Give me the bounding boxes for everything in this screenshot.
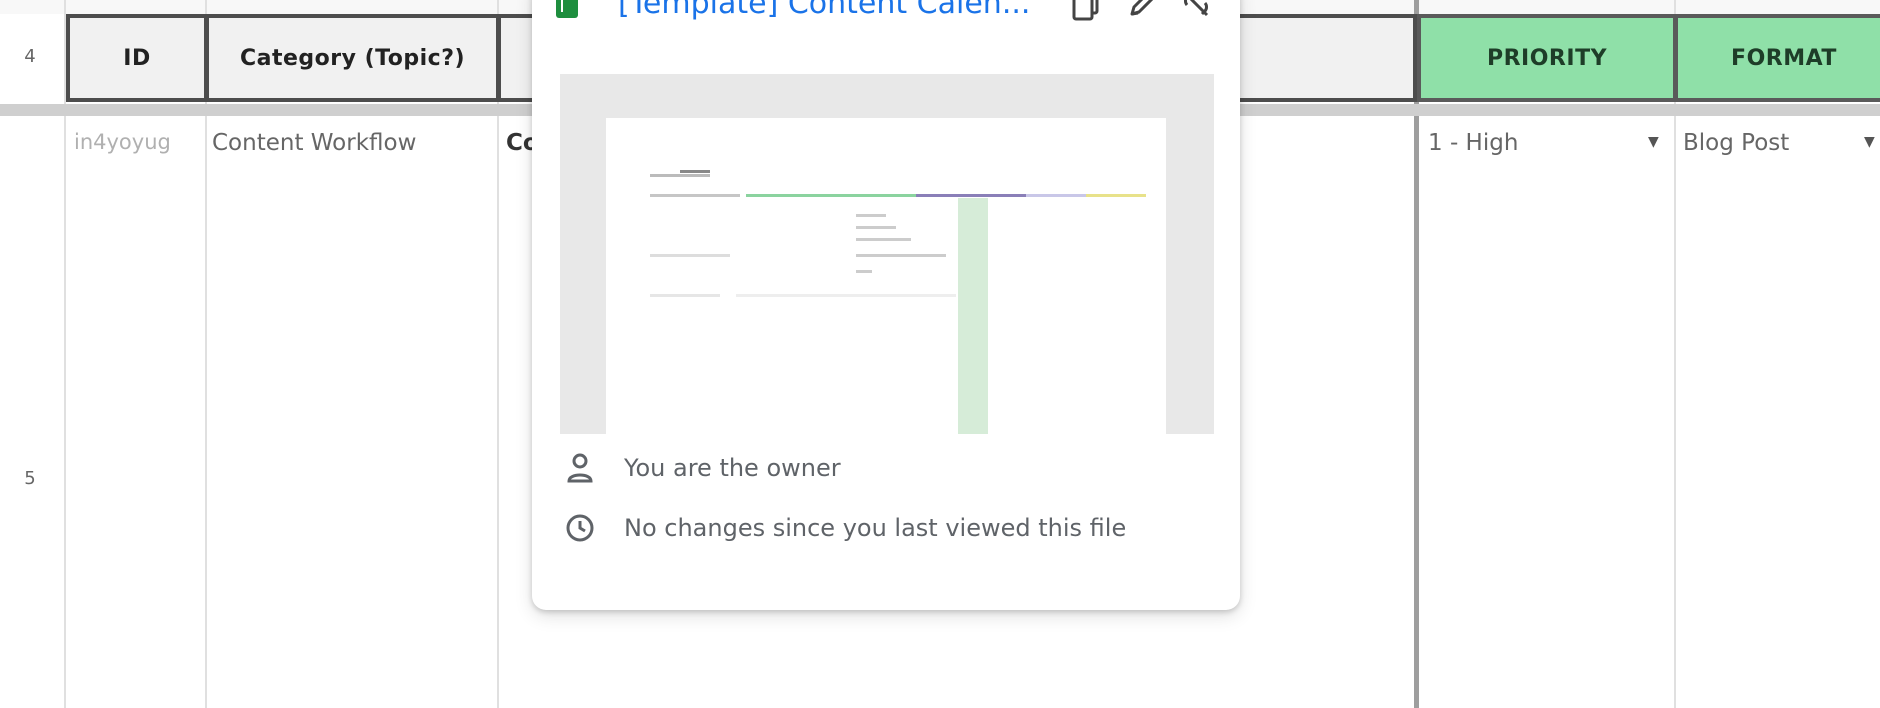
changes-text: No changes since you last viewed this fi… xyxy=(624,514,1127,542)
dropdown-arrow-icon[interactable]: ▼ xyxy=(1648,134,1659,150)
cell-priority[interactable]: 1 - High xyxy=(1428,130,1518,156)
cell-id[interactable]: in4yoyug xyxy=(74,130,171,154)
thumbnail-page xyxy=(606,118,1166,434)
sheets-icon xyxy=(556,0,578,18)
header-priority[interactable]: PRIORITY xyxy=(1417,14,1677,102)
copy-icon[interactable] xyxy=(1066,0,1106,24)
clock-icon xyxy=(560,510,600,546)
link-preview-popup[interactable]: [Template] Content Calen... You are the … xyxy=(532,0,1240,610)
file-link[interactable]: [Template] Content Calen... xyxy=(618,0,1030,21)
row-number[interactable]: 5 xyxy=(0,468,60,489)
header-id[interactable]: ID xyxy=(66,14,208,102)
header-category[interactable]: Category (Topic?) xyxy=(205,14,500,102)
unlink-icon[interactable] xyxy=(1176,0,1216,24)
person-icon xyxy=(560,450,600,486)
row-number[interactable]: 4 xyxy=(0,46,60,67)
owner-text: You are the owner xyxy=(624,454,841,482)
dropdown-arrow-icon[interactable]: ▼ xyxy=(1864,134,1875,150)
owner-info: You are the owner xyxy=(560,450,841,486)
header-format[interactable]: FORMAT xyxy=(1674,14,1880,102)
edit-icon[interactable] xyxy=(1122,0,1162,24)
cell-category[interactable]: Content Workflow xyxy=(212,130,416,156)
changes-info: No changes since you last viewed this fi… xyxy=(560,510,1126,546)
cell-format[interactable]: Blog Post xyxy=(1683,130,1789,156)
popup-header: [Template] Content Calen... xyxy=(556,0,1216,50)
file-thumbnail[interactable] xyxy=(560,74,1214,434)
